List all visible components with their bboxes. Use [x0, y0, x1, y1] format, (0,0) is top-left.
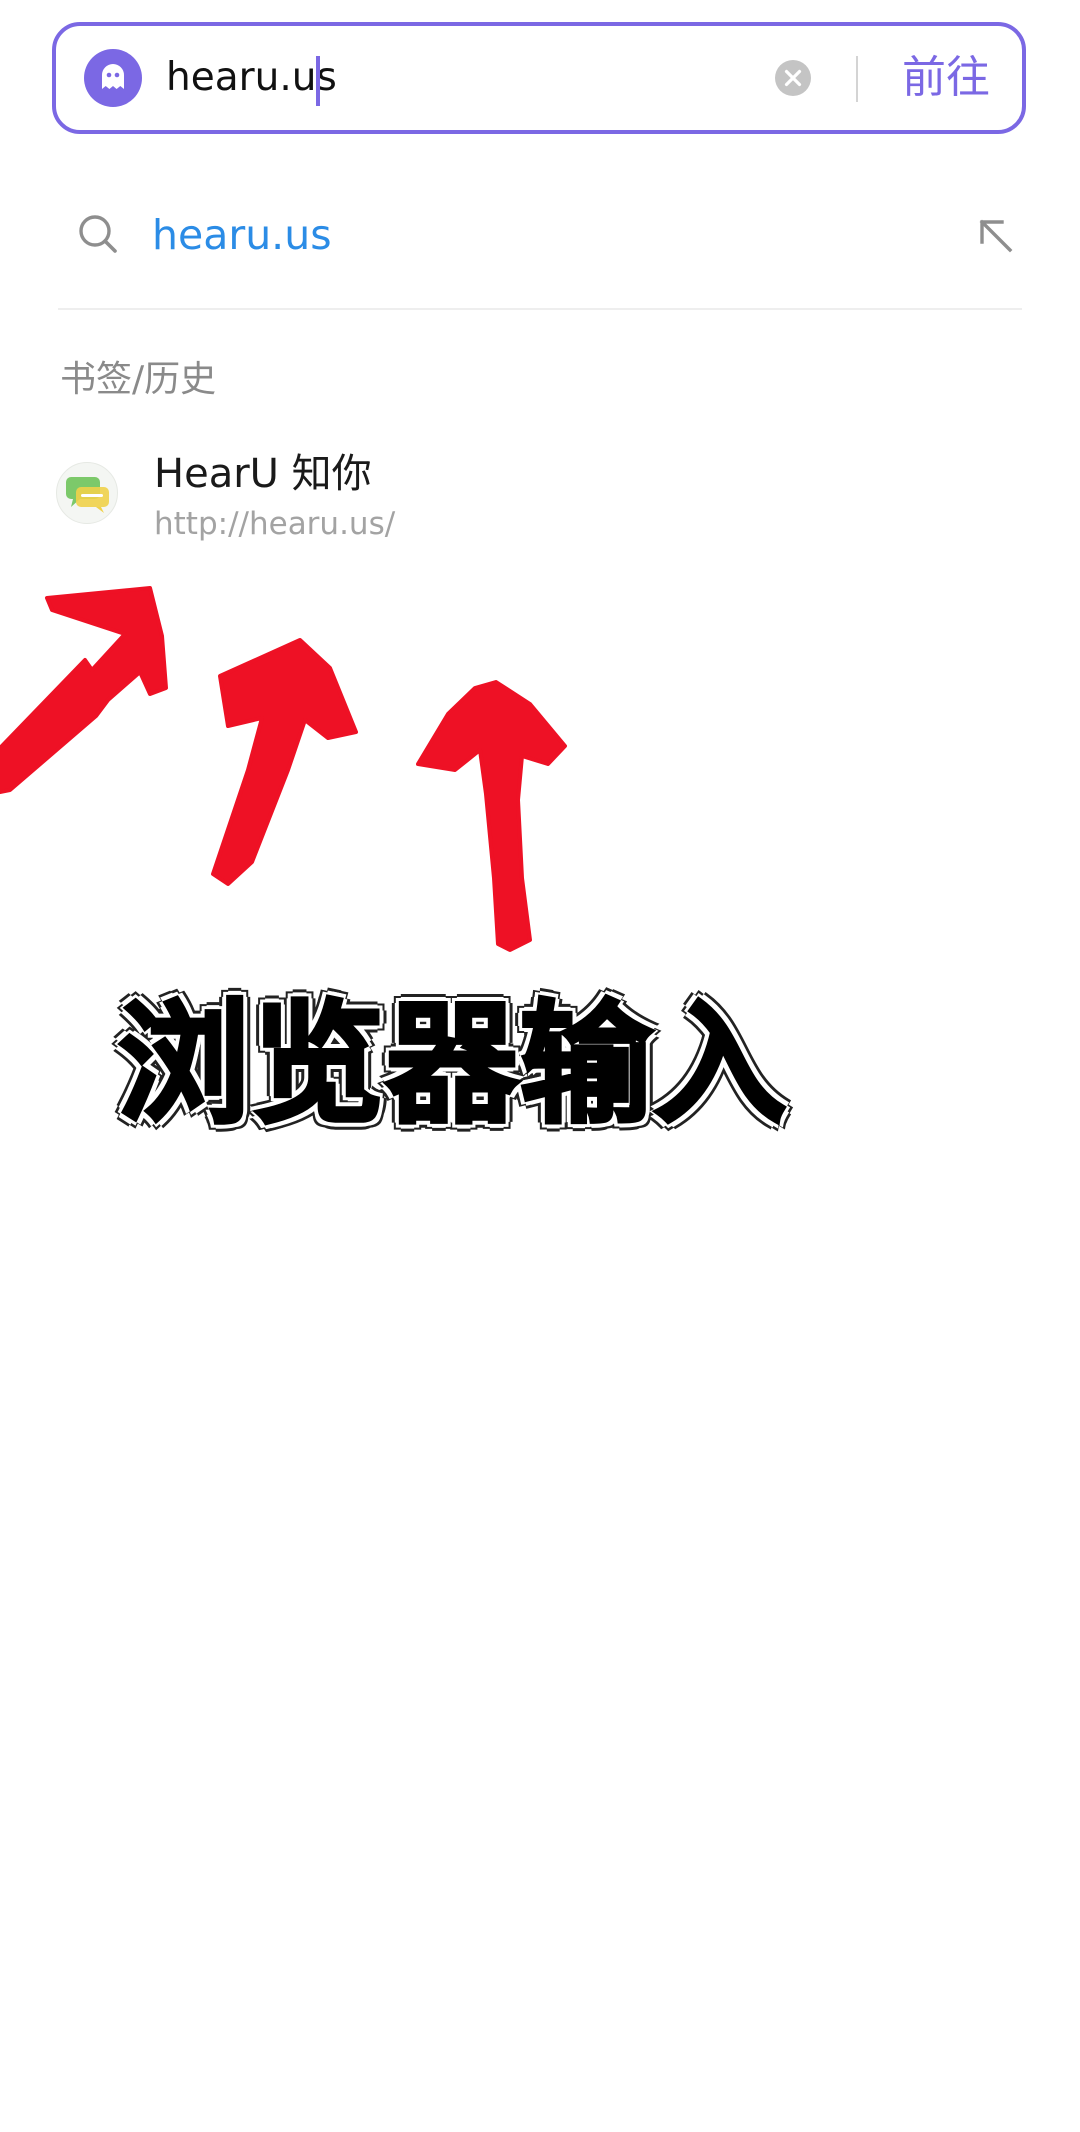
red-arrow-icon	[416, 680, 567, 952]
red-arrow-icon	[211, 638, 358, 886]
red-arrow-icon	[0, 586, 168, 794]
annotation-caption: 浏览器输入	[116, 988, 788, 1142]
